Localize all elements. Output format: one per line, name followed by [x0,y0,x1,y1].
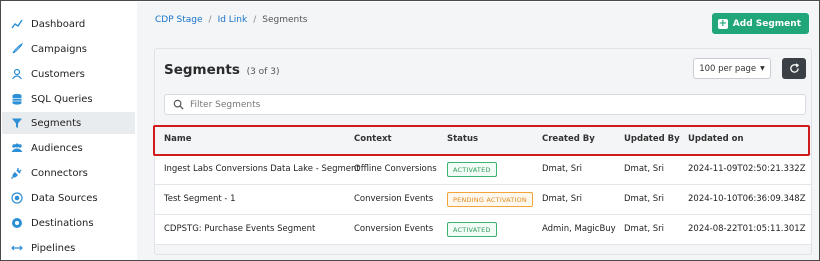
segment-context: Offline Conversions [354,164,437,174]
breadcrumb: CDP Stage / Id Link / Segments [155,15,307,25]
created-by: Admin, MagicBuy [542,224,616,234]
segment-context: Conversion Events [354,224,434,234]
created-by: Dmat, Sri [542,164,583,174]
card-title-text: Segments [164,62,240,78]
sidebar-item-audiences[interactable]: Audiences [2,137,135,159]
filter-icon [11,117,23,129]
segment-name[interactable]: CDPSTG: Purchase Events Segment [164,224,315,234]
updated-by: Dmat, Sri [624,164,665,174]
sidebar-item-connectors[interactable]: Connectors [2,162,135,184]
updated-on: 2024-08-22T01:05:11.301Z [688,224,806,234]
sidebar-item-label: Destinations [31,217,94,229]
per-page-dropdown[interactable]: 100 per page ▼ [693,58,771,79]
segments-table: Name Context Status Created By Updated B… [155,124,811,245]
updated-on: 2024-10-10T06:36:09.348Z [688,194,806,204]
data-source-icon [11,192,23,204]
sidebar-item-label: Pipelines [31,242,76,254]
segment-name[interactable]: Ingest Labs Conversions Data Lake - Segm… [164,164,360,174]
sidebar-item-label: Audiences [31,142,83,154]
table-row[interactable]: CDPSTG: Purchase Events Segment Conversi… [155,215,811,245]
sidebar-item-label: Segments [31,117,82,129]
sidebar-item-label: Connectors [31,167,88,179]
status-badge: PENDING ACTIVATION [447,192,533,207]
sidebar-item-sql-queries[interactable]: SQL Queries [2,88,135,110]
breadcrumb-item-cdp-stage[interactable]: CDP Stage [155,15,203,25]
updated-by: Dmat, Sri [624,224,665,234]
sidebar-item-campaigns[interactable]: Campaigns [2,38,135,60]
page-title: Segments (3 of 3) [164,62,279,78]
users-icon [11,142,23,154]
sidebar-item-customers[interactable]: Customers [2,63,135,85]
filter-segments-field[interactable] [164,94,806,115]
table-row[interactable]: Ingest Labs Conversions Data Lake - Segm… [155,155,811,185]
sidebar-item-dashboard[interactable]: Dashboard [2,13,135,35]
updated-on: 2024-11-09T02:50:21.332Z [688,164,806,174]
per-page-value: 100 per page [699,63,757,74]
destination-icon [11,217,23,229]
sidebar-item-destinations[interactable]: Destinations [2,212,135,234]
segment-context: Conversion Events [354,194,434,204]
pipeline-icon [11,242,23,254]
sidebar: Dashboard Campaigns Customers SQL Querie… [2,2,135,260]
app-window: Dashboard Campaigns Customers SQL Querie… [0,0,820,261]
breadcrumb-separator: / [253,15,257,25]
table-header: Name Context Status Created By Updated B… [155,124,811,155]
database-icon [11,93,23,105]
segment-count: (3 of 3) [246,67,280,77]
sidebar-item-label: Campaigns [31,43,88,55]
segment-name[interactable]: Test Segment - 1 [164,194,236,204]
plug-icon [11,167,23,179]
sidebar-item-label: Dashboard [31,18,86,30]
sidebar-item-segments[interactable]: Segments [2,112,135,134]
breadcrumb-separator: / [208,15,212,25]
updated-by: Dmat, Sri [624,194,665,204]
status-badge: ACTIVATED [447,162,497,177]
filter-segments-input[interactable] [190,99,790,110]
created-by: Dmat, Sri [542,194,583,204]
breadcrumb-item-id-link[interactable]: Id Link [218,15,248,25]
sidebar-item-pipelines[interactable]: Pipelines [2,237,135,259]
sidebar-item-label: Data Sources [31,192,98,204]
column-header-updated-on[interactable]: Updated on [688,134,744,144]
breadcrumb-item-current: Segments [262,15,308,25]
column-header-created-by[interactable]: Created By [542,134,595,144]
search-icon [165,99,190,110]
segments-card: Segments (3 of 3) 100 per page ▼ Filter … [153,48,812,255]
caret-down-icon: ▼ [760,65,765,72]
column-header-context[interactable]: Context [354,134,392,144]
sidebar-item-label: SQL Queries [31,93,93,105]
column-header-status[interactable]: Status [447,134,478,144]
sidebar-item-label: Customers [31,68,85,80]
chart-line-icon [11,18,23,30]
status-badge: ACTIVATED [447,222,497,237]
column-header-updated-by[interactable]: Updated By [624,134,680,144]
refresh-icon [789,63,800,74]
refresh-button[interactable] [782,58,806,79]
add-segment-button[interactable]: + Add Segment [711,13,809,34]
sidebar-item-data-sources[interactable]: Data Sources [2,187,135,209]
rocket-icon [11,43,23,55]
add-segment-label: Add Segment [732,18,801,29]
customers-icon [11,68,23,80]
table-row[interactable]: Test Segment - 1 Conversion Events PENDI… [155,185,811,215]
column-header-name[interactable]: Name [164,134,191,144]
main-content: CDP Stage / Id Link / Segments + Add Seg… [137,2,819,260]
plus-icon: + [717,17,728,29]
